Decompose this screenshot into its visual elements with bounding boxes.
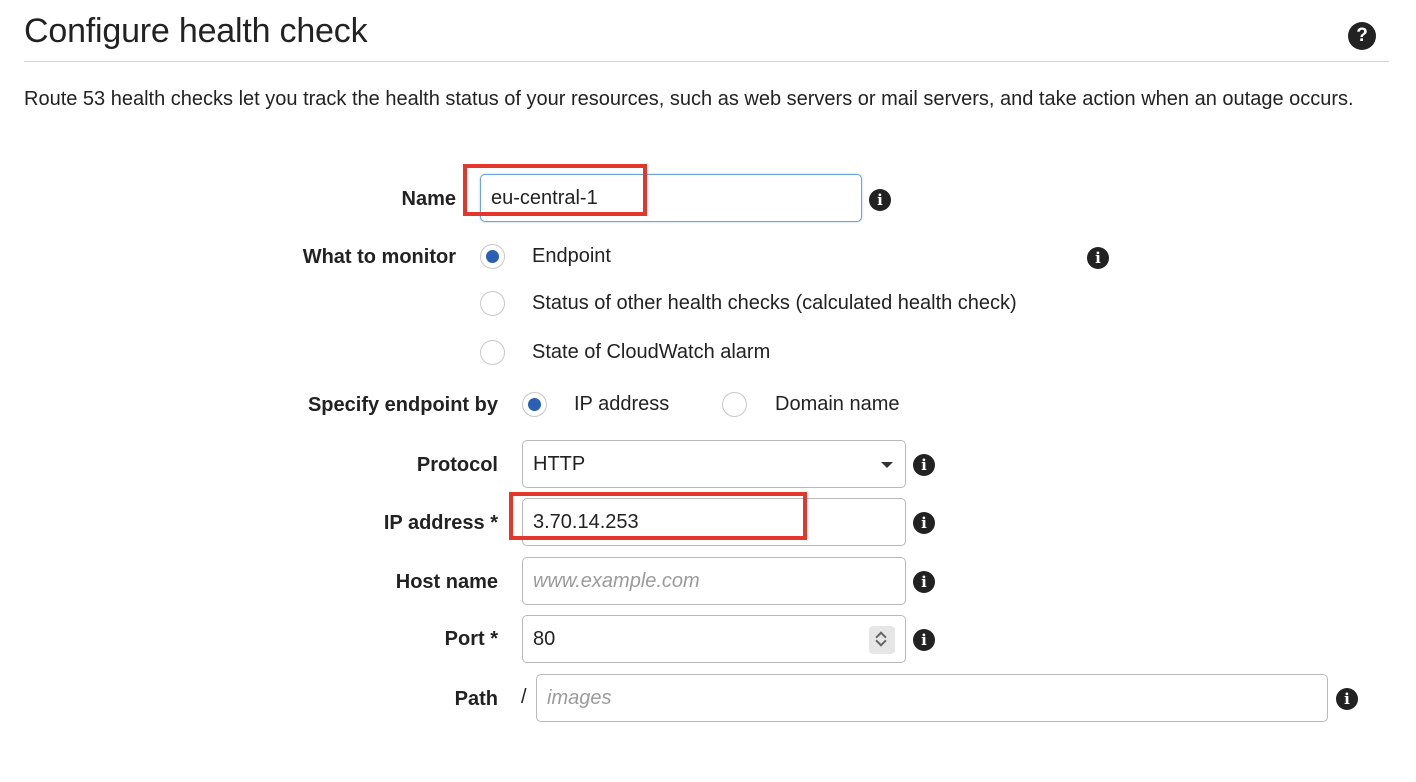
path-info-icon[interactable]: i [1336, 688, 1358, 710]
specify-endpoint-by-label: Specify endpoint by [307, 394, 498, 416]
port-input[interactable]: 80 [522, 615, 906, 663]
configure-health-check-page: Configure health check ? Route 53 health… [0, 0, 1416, 782]
radio-calculated-health-check-label: Status of other health checks (calculate… [532, 292, 1017, 314]
host-name-info-icon[interactable]: i [913, 571, 935, 593]
ip-address-info-icon[interactable]: i [913, 512, 935, 534]
what-to-monitor-info-icon[interactable]: i [1087, 247, 1109, 269]
protocol-label: Protocol [416, 454, 498, 476]
path-input[interactable]: images [536, 674, 1328, 722]
radio-domain-name[interactable] [722, 392, 747, 417]
ip-address-highlight-box [509, 492, 807, 540]
path-prefix: / [521, 686, 527, 708]
page-description: Route 53 health checks let you track the… [24, 88, 1354, 110]
radio-cloudwatch-alarm[interactable] [480, 340, 505, 365]
radio-ip-address[interactable] [522, 392, 547, 417]
title-divider [24, 61, 1389, 62]
name-info-icon[interactable]: i [869, 189, 891, 211]
port-label: Port * [444, 628, 498, 650]
name-highlight-box [463, 164, 647, 216]
radio-endpoint[interactable] [480, 244, 505, 269]
port-stepper[interactable] [869, 626, 895, 654]
host-name-input[interactable]: www.example.com [522, 557, 906, 605]
radio-endpoint-label: Endpoint [532, 245, 611, 267]
page-title: Configure health check [24, 12, 368, 50]
name-label: Name [401, 188, 456, 210]
radio-calculated-health-check[interactable] [480, 291, 505, 316]
ip-address-label: IP address * [383, 512, 498, 534]
chevron-down-icon [881, 462, 893, 468]
port-value: 80 [533, 628, 556, 650]
port-info-icon[interactable]: i [913, 629, 935, 651]
radio-ip-address-label: IP address [574, 393, 670, 415]
protocol-info-icon[interactable]: i [913, 454, 935, 476]
question-circle-icon[interactable]: ? [1348, 22, 1376, 50]
path-label: Path [454, 688, 498, 710]
protocol-selected-value: HTTP [533, 453, 586, 475]
what-to-monitor-label: What to monitor [302, 246, 456, 268]
host-name-label: Host name [395, 571, 498, 593]
radio-cloudwatch-alarm-label: State of CloudWatch alarm [532, 341, 771, 363]
radio-domain-name-label: Domain name [775, 393, 900, 415]
protocol-select[interactable]: HTTP [522, 440, 906, 488]
